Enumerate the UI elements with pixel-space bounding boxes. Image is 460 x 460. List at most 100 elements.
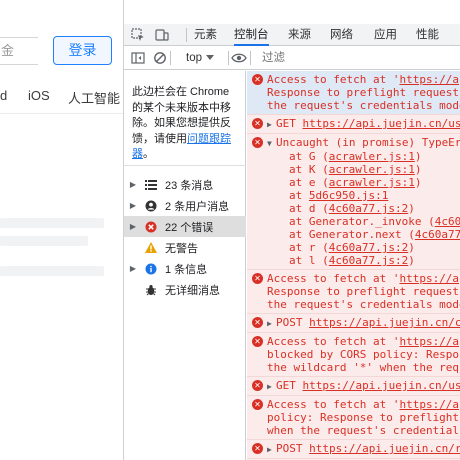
expand-arrow-icon[interactable]: ▶ (124, 222, 142, 231)
expand-arrow-icon[interactable]: ▶ (124, 264, 142, 273)
device-toolbar-icon[interactable] (154, 27, 170, 43)
message-line: ▶ GET https://api.juejin.cn/use (267, 379, 460, 393)
stack-frame: at G (acrawler.js:1) (289, 150, 422, 163)
sidebar-item-list[interactable]: ▶ 23 条消息 (124, 174, 246, 195)
message-line: the wildcard '*' when the reque (267, 361, 460, 374)
source-link[interactable]: acrawler.js:1 (329, 176, 415, 189)
context-select[interactable]: top (186, 50, 214, 66)
expand-arrow-icon[interactable]: ▶ (267, 380, 273, 393)
source-link[interactable]: 4c60a77.js:2 (329, 241, 408, 254)
web-nav-item-ai[interactable]: 人工智能 (68, 88, 120, 107)
error-icon: ✕ (252, 380, 263, 391)
error-icon: ✕ (252, 336, 263, 347)
filter-input[interactable] (256, 49, 460, 67)
stack-frame: at Generator.next (4c60a77 (289, 228, 460, 241)
source-link[interactable]: 4c60a77.js:2 (329, 202, 408, 215)
tab-elements[interactable]: 元素 (194, 24, 217, 46)
web-nav-item-ios[interactable]: iOS (28, 88, 50, 103)
message-line: the request's credentials mode (267, 298, 460, 311)
message-line: ▶ GET https://api.juejin.cn/use (267, 117, 460, 131)
console-messages: ✕Access to fetch at 'https://api.Respons… (247, 71, 460, 460)
web-nav-item[interactable]: d (0, 88, 7, 103)
skeleton-line (0, 218, 104, 228)
sidebar-item-label: 无详细消息 (165, 284, 220, 297)
expand-arrow-icon[interactable]: ▶ (267, 443, 273, 456)
eye-icon[interactable] (231, 50, 247, 66)
expand-arrow-icon[interactable]: ▶ (124, 201, 142, 210)
stack-frame: at l (4c60a77.js:2) (289, 254, 415, 267)
sidebar-item-warning[interactable]: 无警告 (124, 237, 246, 258)
clear-console-icon[interactable] (152, 50, 168, 66)
skeleton-line (0, 266, 104, 276)
error-icon: ✕ (252, 443, 263, 454)
message-line: Access to fetch at 'https://api. (267, 398, 460, 411)
web-nav-bar: d iOS 人工智能 (0, 80, 123, 114)
message-url-link[interactable]: https://api. (399, 335, 460, 348)
request-url-link[interactable]: https://api.juejin.cn/co (309, 316, 460, 329)
message-line: Response to preflight request d (267, 285, 460, 298)
web-page: 金 登录 d iOS 人工智能 (0, 0, 124, 460)
source-link[interactable]: acrawler.js:1 (329, 163, 415, 176)
inspect-element-icon[interactable] (130, 27, 146, 43)
message-url-link[interactable]: https://api. (399, 398, 460, 411)
tab-network[interactable]: 网络 (330, 24, 353, 46)
source-link[interactable]: 5d6c950.js:1 (309, 189, 388, 202)
expand-arrow-icon[interactable]: ▼ (267, 137, 273, 150)
chevron-down-icon (206, 55, 214, 60)
console-message[interactable]: ✕ Access to fetch at 'https://api.policy:… (247, 396, 460, 440)
source-link[interactable]: 4c60a77 (415, 228, 460, 241)
console-message[interactable]: ✕ Access to fetch at 'https://api.blocked… (247, 333, 460, 377)
sidebar-toggle-icon[interactable] (130, 50, 146, 66)
message-line: when the request's credentials (267, 424, 460, 437)
expand-arrow-icon[interactable]: ▶ (124, 180, 142, 189)
stack-frame: at d (4c60a77.js:2) (289, 202, 415, 215)
login-button[interactable]: 登录 (53, 36, 112, 65)
source-link[interactable]: 4c60a (435, 215, 460, 228)
message-line: Access to fetch at 'https://api. (267, 73, 460, 86)
message-url-link[interactable]: https://api. (399, 73, 460, 86)
console-message[interactable]: ✕ ▶ GET https://api.juejin.cn/use (247, 377, 460, 396)
tab-performance[interactable]: 性能 (416, 24, 439, 46)
request-url-link[interactable]: https://api.juejin.cn/re (309, 442, 460, 455)
message-line: the request's credentials mode (267, 99, 460, 112)
stack-frame: at e (acrawler.js:1) (289, 176, 422, 189)
sidebar-item-info[interactable]: ▶ 1 条信息 (124, 258, 246, 279)
error-icon: ✕ (252, 137, 263, 148)
console-message[interactable]: ✕ ▼ Uncaught (in promise) TypeErro at G (ac… (247, 134, 460, 270)
tab-sources[interactable]: 来源 (288, 24, 311, 46)
devtools-tab-bar: 元素 控制台 来源 网络 应用 性能 (124, 24, 460, 46)
console-message[interactable]: ✕ ▶ GET https://api.juejin.cn/use (247, 115, 460, 134)
request-url-link[interactable]: https://api.juejin.cn/use (303, 117, 460, 130)
sidebar-item-label: 23 条消息 (165, 179, 214, 192)
toolbar-separator (250, 51, 251, 65)
message-line: ▼ Uncaught (in promise) TypeErro (267, 136, 460, 150)
toolbar-separator (170, 51, 171, 65)
request-url-link[interactable]: https://api.juejin.cn/use (303, 379, 460, 392)
sidebar-item-bug[interactable]: 无详细消息 (124, 279, 246, 300)
source-link[interactable]: acrawler.js:1 (329, 150, 415, 163)
sidebar-item-label: 22 个错误 (165, 221, 214, 234)
bug-icon (142, 283, 160, 297)
error-icon: ✕ (252, 118, 263, 129)
warning-icon (142, 241, 160, 255)
stack-frame: at Generator._invoke (4c60a (267, 215, 460, 228)
source-link[interactable]: 4c60a77.js:2 (329, 254, 408, 267)
console-message[interactable]: ✕ Access to fetch at 'https://api.Respons… (247, 71, 460, 115)
list-icon (142, 178, 160, 192)
sidebar-item-label: 1 条信息 (165, 263, 208, 276)
expand-arrow-icon[interactable]: ▶ (267, 118, 273, 131)
tab-console[interactable]: 控制台 (234, 24, 269, 46)
sidebar-item-error[interactable]: ▶ 22 个错误 (124, 216, 246, 237)
tab-application[interactable]: 应用 (374, 24, 397, 46)
message-line: policy: Response to preflight r (267, 411, 460, 424)
sidebar-item-user[interactable]: ▶ 2 条用户消息 (124, 195, 246, 216)
console-message[interactable]: ✕ Access to fetch at 'https://api.Respons… (247, 270, 460, 314)
search-input[interactable]: 金 (0, 37, 38, 65)
console-message[interactable]: ✕ ▶ POST https://api.juejin.cn/co (247, 314, 460, 333)
message-line: Access to fetch at 'https://api. (267, 272, 460, 285)
expand-arrow-icon[interactable]: ▶ (267, 317, 273, 330)
message-url-link[interactable]: https://api. (399, 272, 460, 285)
console-message[interactable]: ✕ ▶ POST https://api.juejin.cn/re (247, 440, 460, 459)
message-line: Access to fetch at 'https://api. (267, 335, 460, 348)
error-icon (142, 220, 160, 234)
